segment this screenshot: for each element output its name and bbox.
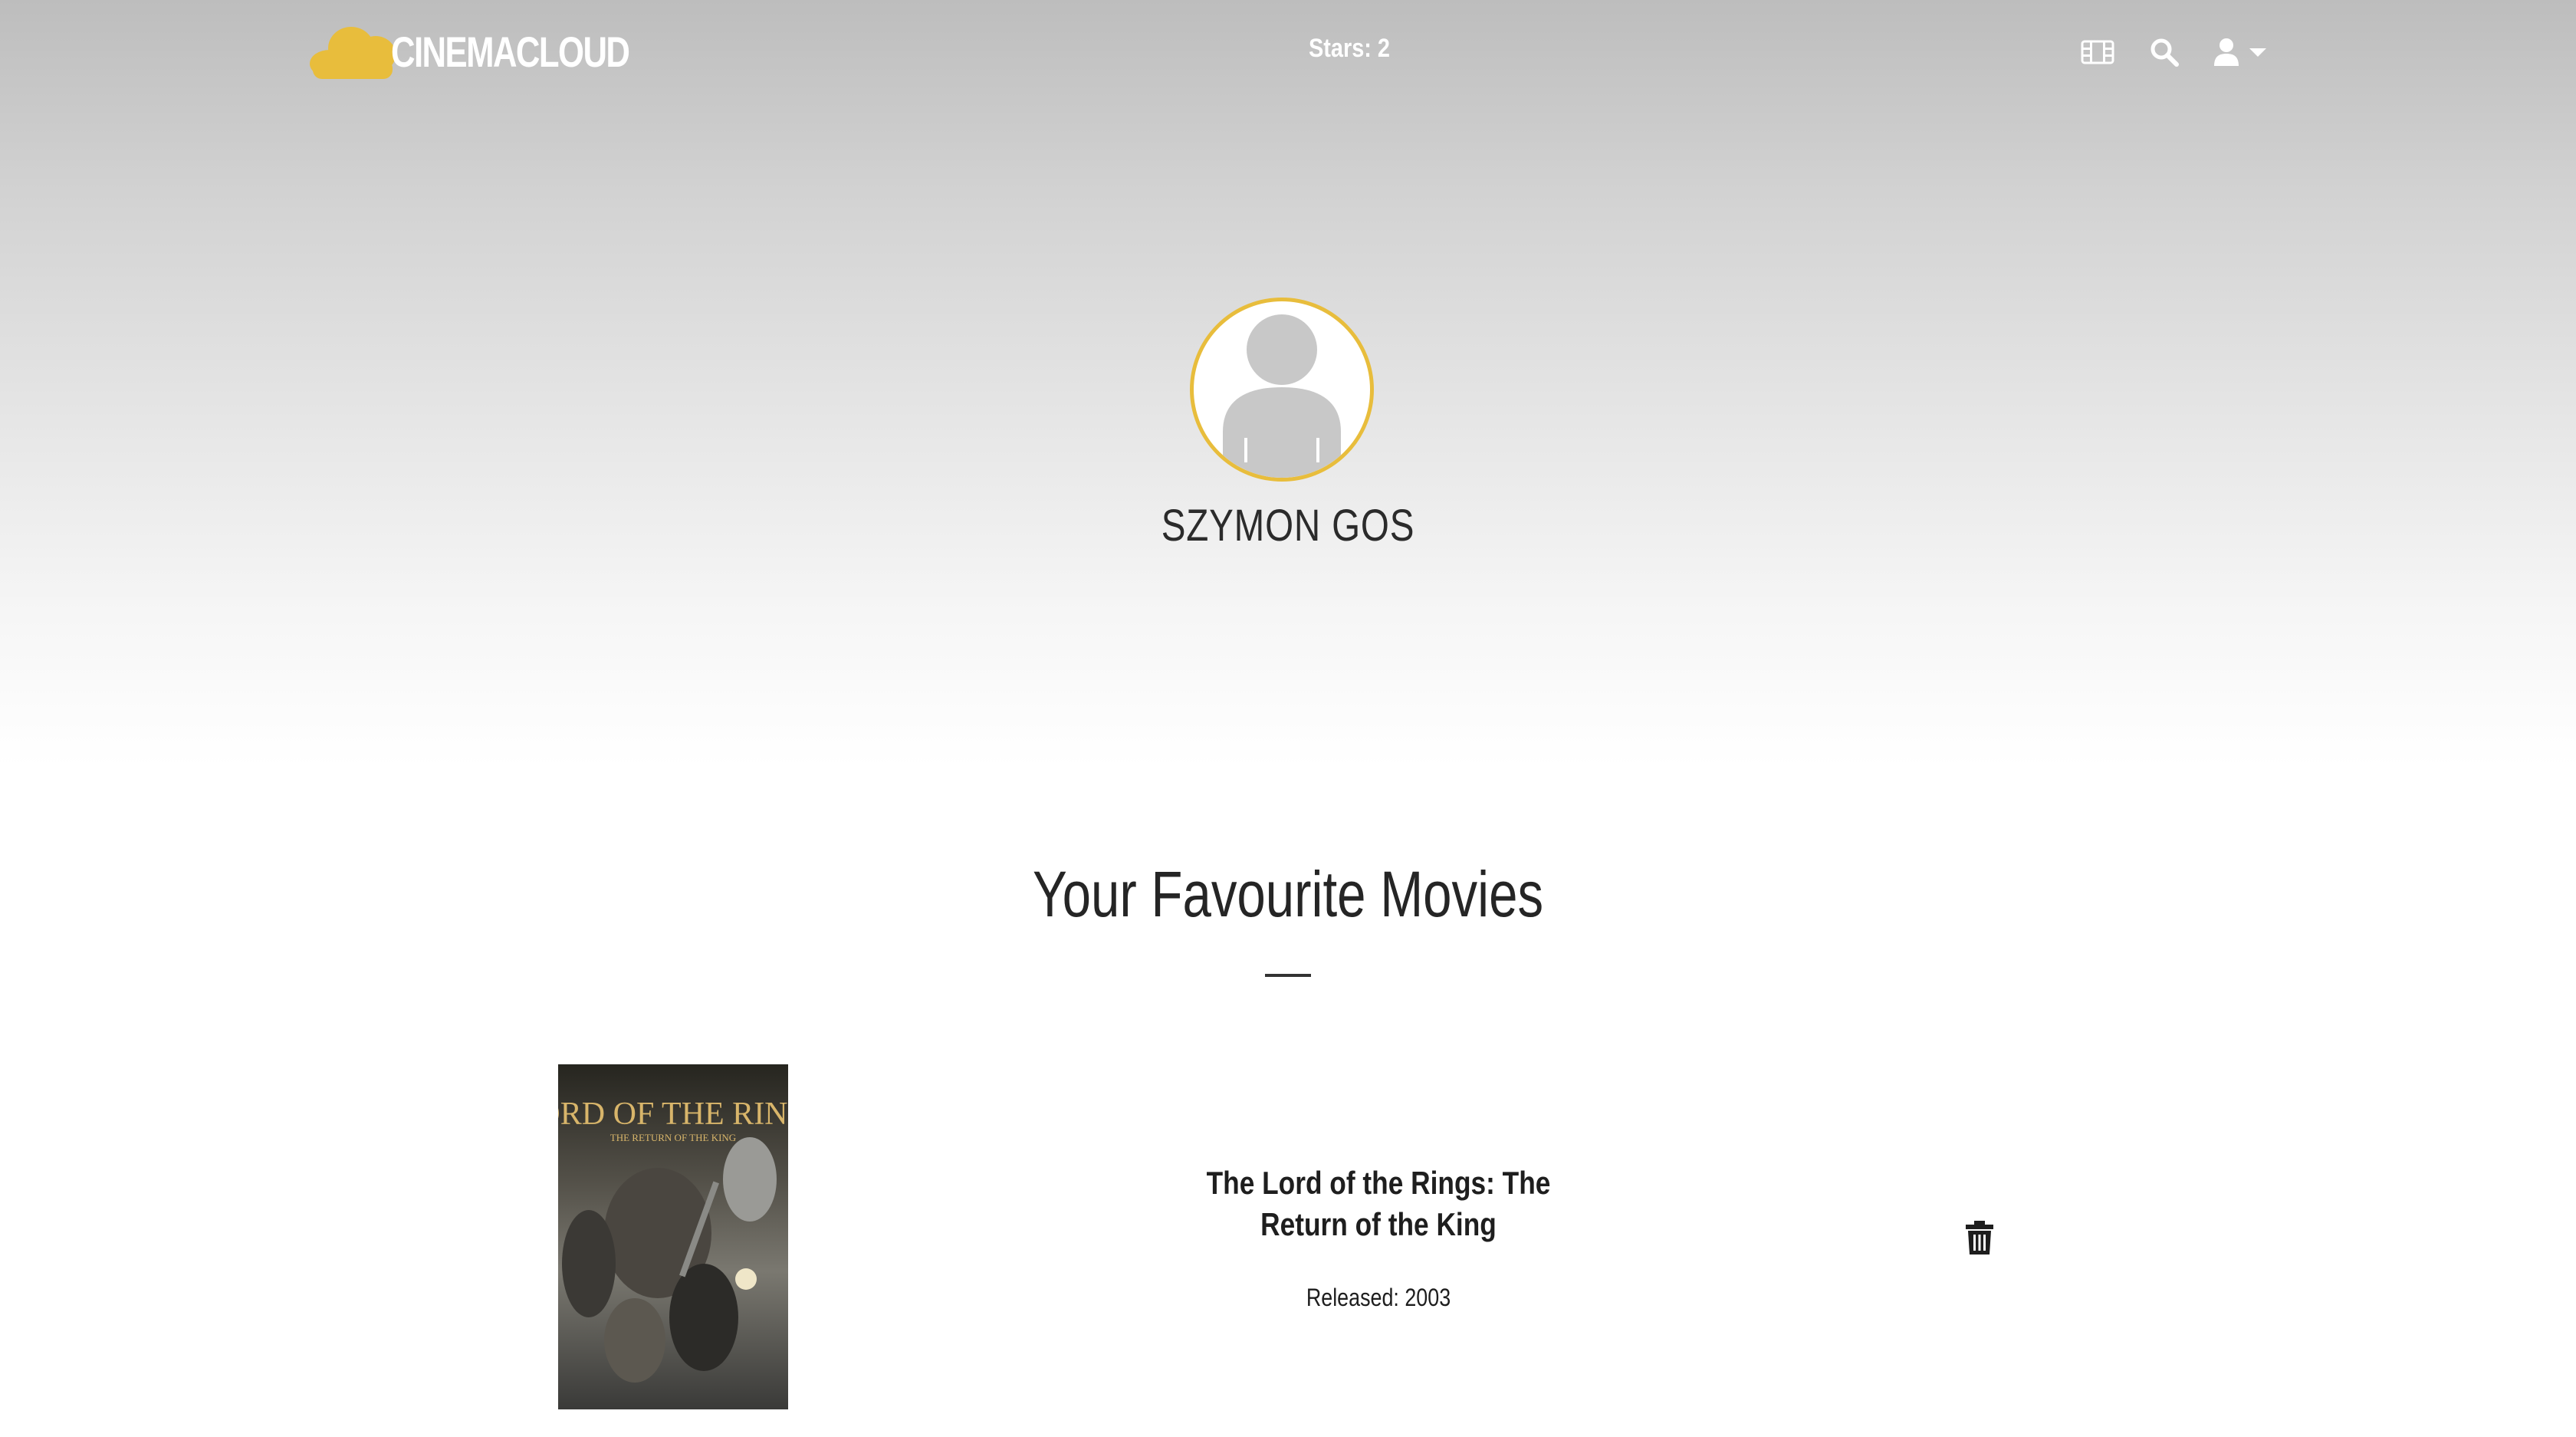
film-icon[interactable] [2079, 34, 2116, 71]
favourites-heading: Your Favourite Movies [1032, 858, 1544, 930]
user-menu-button[interactable] [2210, 34, 2271, 71]
poster-image: LORD OF THE RINGS THE RETURN OF THE KING [558, 1064, 788, 1409]
trash-icon[interactable] [1964, 1221, 1995, 1254]
profile-username: SZYMON GOS [1161, 501, 1415, 551]
avatar [1190, 298, 1374, 482]
user-icon [2214, 38, 2239, 66]
caret-down-icon [2249, 48, 2266, 57]
movie-title[interactable]: The Lord of the Rings: The Return of the… [1174, 1162, 1583, 1245]
search-icon[interactable] [2147, 34, 2182, 71]
default-avatar-icon [1194, 302, 1369, 478]
stars-counter: Stars: 2 [1308, 34, 1391, 63]
page: CINEMACLOUD Stars: 2 SZYMON GOS Your Fav… [0, 0, 2576, 1437]
movie-release-year: Released: 2003 [1306, 1284, 1451, 1311]
svg-text:THE RETURN OF THE KING: THE RETURN OF THE KING [610, 1132, 736, 1143]
heading-divider [1265, 974, 1311, 977]
movie-poster[interactable]: LORD OF THE RINGS THE RETURN OF THE KING [558, 1064, 788, 1409]
svg-text:LORD OF THE RINGS: LORD OF THE RINGS [558, 1097, 788, 1132]
brand-logo[interactable]: CINEMACLOUD [307, 17, 696, 86]
logo-text: CINEMACLOUD [391, 27, 630, 76]
cloud-logo-icon [310, 27, 396, 79]
